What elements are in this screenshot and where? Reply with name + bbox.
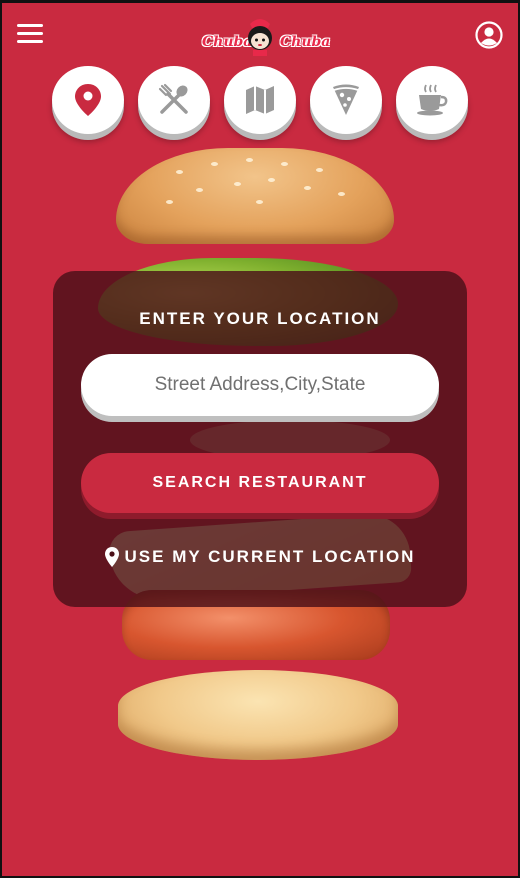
hamburger-menu-icon[interactable]: [17, 24, 43, 44]
current-location-label: USE MY CURRENT LOCATION: [124, 547, 416, 566]
user-profile-icon[interactable]: [475, 21, 503, 49]
fork-knife-icon: [158, 83, 188, 114]
logo-text-right: Chuba: [280, 34, 331, 50]
pizza-slice-icon: [333, 84, 359, 115]
coffee-cup-icon: [417, 84, 448, 116]
address-input[interactable]: [81, 354, 439, 416]
category-coffee-button[interactable]: [396, 66, 468, 134]
burger-bottom-bun-image: [118, 670, 398, 760]
logo-mascot-icon: [248, 19, 272, 56]
category-dining-button[interactable]: [138, 66, 210, 134]
location-pin-icon: [75, 84, 101, 116]
category-pizza-button[interactable]: [310, 66, 382, 134]
search-restaurant-button[interactable]: SEARCH RESTAURANT: [81, 453, 439, 513]
category-bar: [52, 66, 472, 140]
top-bar: Chuba Chuba: [0, 0, 520, 70]
location-pin-icon: [104, 547, 119, 567]
use-current-location-link[interactable]: USE MY CURRENT LOCATION: [53, 547, 467, 567]
category-location-button[interactable]: [52, 66, 124, 134]
category-map-button[interactable]: [224, 66, 296, 134]
map-icon: [246, 86, 274, 114]
location-search-card: ENTER YOUR LOCATION SEARCH RESTAURANT US…: [53, 271, 467, 607]
card-title: ENTER YOUR LOCATION: [139, 309, 381, 328]
burger-top-bun-image: [116, 148, 394, 244]
brand-logo[interactable]: Chuba Chuba: [200, 14, 330, 60]
